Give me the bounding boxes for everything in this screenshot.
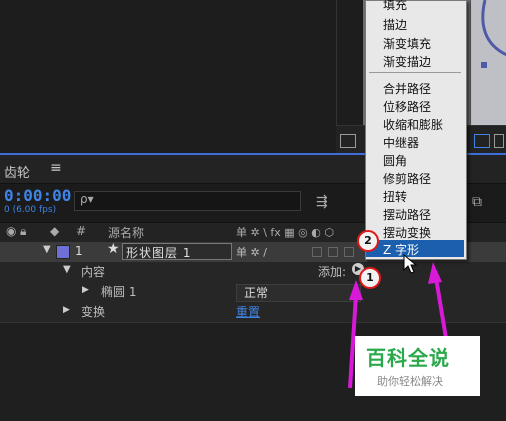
- step-badge-2: 2: [357, 230, 379, 252]
- watermark-title: 百科全说: [366, 346, 450, 370]
- watermark-subtitle: 助你轻松解决: [377, 375, 443, 388]
- step-badge-1: 1: [359, 267, 381, 289]
